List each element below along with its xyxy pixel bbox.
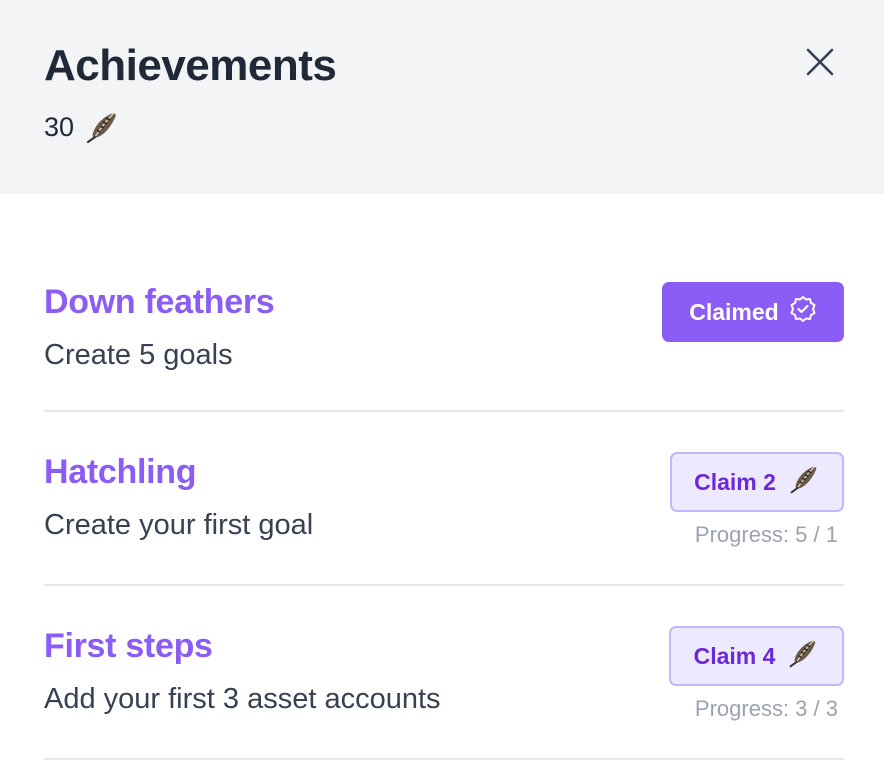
feather-icon <box>787 637 819 675</box>
claim-button-label: Claim 4 <box>693 642 776 669</box>
achievement-description: Add your first 3 asset accounts <box>44 683 441 715</box>
achievement-item: Hatchling Create your first goal Claim 2… <box>44 452 844 552</box>
claimed-button-label: Claimed <box>689 298 779 325</box>
achievements-panel: Achievements 30 Down feathers Create 5 g… <box>0 0 884 760</box>
close-icon <box>805 47 835 82</box>
feather-icon <box>84 109 120 145</box>
achievement-name: Down feathers <box>44 283 275 321</box>
progress-text: Progress: 3 / 3 <box>694 696 838 721</box>
claim-button-label: Claim 2 <box>694 468 776 495</box>
achievement-item: First steps Add your first 3 asset accou… <box>44 626 844 726</box>
claim-button[interactable]: Claim 2 <box>670 452 844 512</box>
progress-text: Progress: 5 / 1 <box>694 522 838 547</box>
page-title: Achievements <box>44 41 337 90</box>
feather-icon <box>788 463 820 501</box>
achievement-description: Create your first goal <box>44 509 314 541</box>
close-button[interactable] <box>798 42 842 86</box>
check-badge-icon <box>789 295 817 329</box>
claimed-button[interactable]: Claimed <box>662 282 844 342</box>
achievement-name: First steps <box>44 627 213 665</box>
divider <box>44 584 844 586</box>
claim-button[interactable]: Claim 4 <box>669 626 844 686</box>
achievement-item: Down feathers Create 5 goals Claimed <box>44 282 844 382</box>
achievement-name: Hatchling <box>44 453 197 491</box>
panel-header: Achievements 30 <box>0 0 884 194</box>
divider <box>44 410 844 412</box>
achievement-description: Create 5 goals <box>44 339 233 371</box>
balance-value: 30 <box>44 111 75 142</box>
feather-balance: 30 <box>44 108 120 146</box>
